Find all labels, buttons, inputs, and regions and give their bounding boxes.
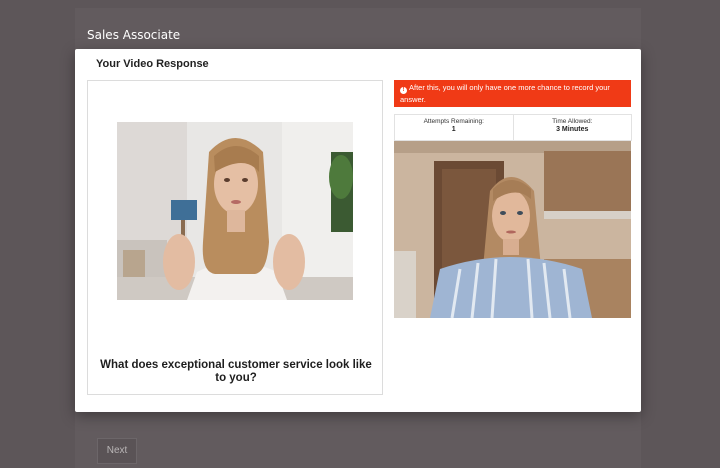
attempts-label: Attempts Remaining: [423,118,484,125]
interviewer-image [117,122,353,300]
alert-text: After this, you will only have one more … [400,83,610,104]
recording-panel: ! After this, you will only have one more… [394,80,632,318]
attempt-warning-alert: ! After this, you will only have one more… [394,80,631,107]
attempts-value: 1 [451,126,456,133]
warning-icon: ! [400,87,407,94]
modal-title: Your Video Response [96,58,209,70]
question-text: What does exceptional customer service l… [100,359,372,384]
time-value: 3 Minutes [556,126,589,133]
attempts-remaining: Attempts Remaining: 1 [395,115,513,140]
webcam-preview [394,141,631,318]
question-video-thumbnail[interactable] [117,122,353,300]
time-label: Time Allowed: [552,118,593,125]
time-allowed: Time Allowed: 3 Minutes [512,115,632,140]
video-response-modal: Your Video Response What does exceptiona… [75,49,641,412]
candidate-camera-feed [394,141,631,318]
attempt-stats: Attempts Remaining: 1 Time Allowed: 3 Mi… [394,114,632,141]
job-title: Sales Associate [87,28,181,42]
question-panel: What does exceptional customer service l… [87,80,383,395]
next-button[interactable]: Next [97,438,137,464]
